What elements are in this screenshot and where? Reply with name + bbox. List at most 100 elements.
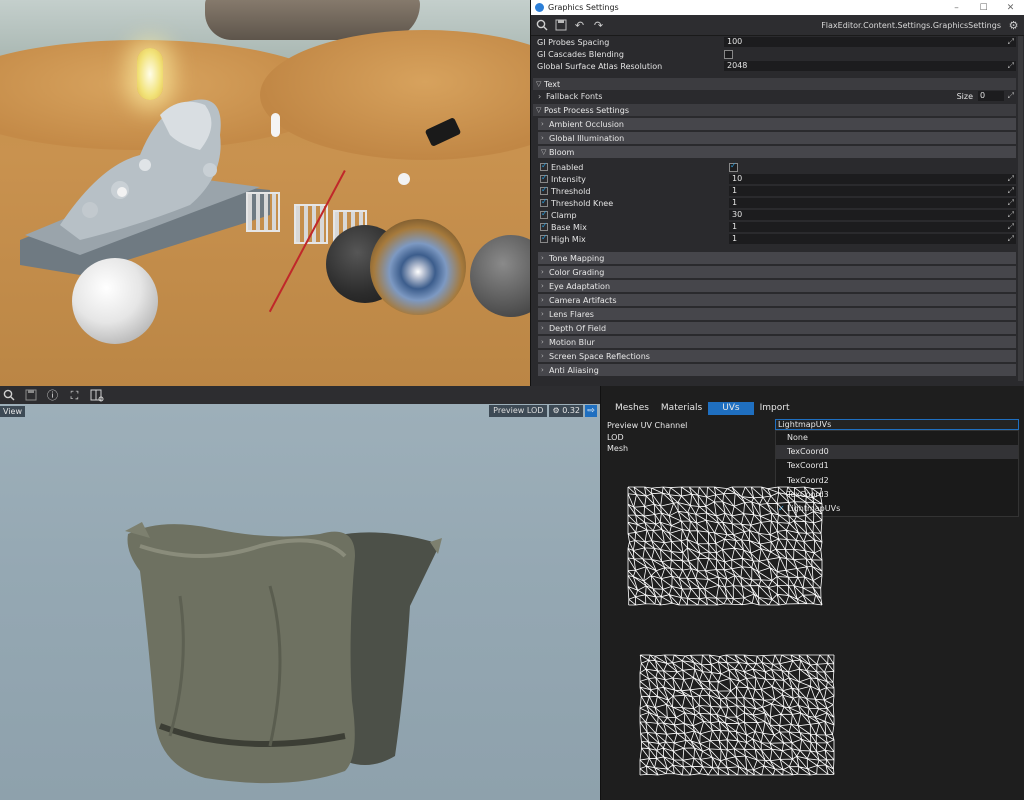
group-color-grading[interactable]: › Color Grading bbox=[538, 266, 1016, 278]
global-surface-atlas-field[interactable]: 2048 ⤢ bbox=[724, 61, 1016, 71]
expand-icon[interactable]: ⤢ bbox=[1008, 91, 1014, 101]
model-preview-viewport[interactable]: ⓘ ⛶ View Preview LOD ⚙ 0.32 ⇨ bbox=[0, 386, 600, 800]
override-checkbox[interactable] bbox=[540, 161, 548, 171]
statue-mesh[interactable] bbox=[20, 95, 270, 275]
option-texcoord0[interactable]: TexCoord0 bbox=[776, 445, 1018, 460]
property-label: Global Surface Atlas Resolution bbox=[537, 61, 663, 71]
settings-type-path: FlaxEditor.Content.Settings.GraphicsSett… bbox=[821, 20, 1001, 30]
tab-meshes[interactable]: Meshes bbox=[609, 402, 655, 415]
sandbag-mesh[interactable] bbox=[120, 516, 450, 796]
redo-icon[interactable]: ↷ bbox=[592, 19, 605, 32]
option-texcoord1[interactable]: TexCoord1 bbox=[776, 459, 1018, 473]
maximize-button[interactable]: ☐ bbox=[970, 3, 997, 13]
uv-wireframe-edges bbox=[639, 654, 835, 776]
option-none[interactable]: None bbox=[776, 431, 1018, 445]
uv-wireframe-island bbox=[639, 654, 835, 776]
group-title: Motion Blur bbox=[549, 337, 595, 347]
bloom-base-mix-field[interactable]: 1 ⤢ bbox=[729, 222, 1016, 232]
group-anti-aliasing[interactable]: › Anti Aliasing bbox=[538, 364, 1016, 376]
group-title: Depth Of Field bbox=[549, 323, 607, 333]
override-checkbox[interactable] bbox=[540, 197, 548, 207]
override-checkbox[interactable] bbox=[540, 185, 548, 195]
section-text[interactable]: ▽ Text bbox=[533, 78, 1016, 90]
expand-icon[interactable]: ⤢ bbox=[1008, 222, 1014, 232]
white-sphere[interactable] bbox=[72, 258, 158, 344]
search-icon[interactable] bbox=[2, 389, 15, 402]
chevron-right-icon: › bbox=[541, 310, 544, 318]
override-checkbox[interactable] bbox=[540, 221, 548, 231]
bloom-high-mix-field[interactable]: 1 ⤢ bbox=[729, 234, 1016, 244]
property-label: GI Probes Spacing bbox=[537, 37, 610, 47]
group-title: Camera Artifacts bbox=[549, 295, 617, 305]
property-row: Global Surface Atlas Resolution 2048 ⤢ bbox=[533, 60, 1016, 72]
fallback-fonts-row[interactable]: › Fallback Fonts Size 0 ⤢ bbox=[533, 90, 1016, 102]
group-title: Global Illumination bbox=[549, 133, 625, 143]
gi-cascades-blending-checkbox[interactable] bbox=[724, 49, 733, 59]
group-lens-flares[interactable]: › Lens Flares bbox=[538, 308, 1016, 320]
gi-probes-spacing-field[interactable]: 100 ⤢ bbox=[724, 37, 1016, 47]
crate-mesh[interactable] bbox=[246, 192, 280, 232]
group-motion-blur[interactable]: › Motion Blur bbox=[538, 336, 1016, 348]
bloom-intensity-field[interactable]: 10 ⤢ bbox=[729, 174, 1016, 184]
search-icon[interactable] bbox=[535, 19, 548, 32]
group-camera-artifacts[interactable]: › Camera Artifacts bbox=[538, 294, 1016, 306]
scrollbar[interactable] bbox=[1018, 36, 1023, 381]
save-icon[interactable] bbox=[24, 389, 37, 402]
group-screen-space-reflections[interactable]: › Screen Space Reflections bbox=[538, 350, 1016, 362]
group-eye-adaptation[interactable]: › Eye Adaptation bbox=[538, 280, 1016, 292]
book-search-icon[interactable] bbox=[90, 389, 104, 402]
section-post-process[interactable]: ▽ Post Process Settings bbox=[533, 104, 1016, 116]
preview-lod-value[interactable]: ⚙ 0.32 bbox=[549, 405, 583, 417]
size-field[interactable]: 0 ⤢ bbox=[978, 91, 1014, 101]
minimize-button[interactable]: – bbox=[943, 3, 970, 13]
group-tone-mapping[interactable]: › Tone Mapping bbox=[538, 252, 1016, 264]
small-sphere[interactable] bbox=[117, 187, 127, 197]
expand-icon[interactable]: ⤢ bbox=[1008, 37, 1014, 47]
close-button[interactable]: ✕ bbox=[997, 3, 1024, 13]
light-capsule[interactable] bbox=[137, 48, 163, 100]
tab-materials[interactable]: Materials bbox=[655, 402, 708, 415]
expand-icon[interactable]: ⤢ bbox=[1008, 198, 1014, 208]
group-ambient-occlusion[interactable]: › Ambient Occlusion bbox=[538, 118, 1016, 130]
chevron-down-icon: ▽ bbox=[536, 80, 542, 88]
override-checkbox[interactable] bbox=[540, 209, 548, 219]
override-checkbox[interactable] bbox=[540, 233, 548, 243]
bloom-threshold-knee-row: Threshold Knee 1⤢ bbox=[533, 197, 1016, 209]
expand-icon[interactable]: ⤢ bbox=[1008, 234, 1014, 244]
view-menu-button[interactable]: View bbox=[0, 406, 25, 417]
chrome-sphere[interactable] bbox=[370, 219, 466, 315]
uv-properties-panel: Meshes Materials UVs Import Preview UV C… bbox=[600, 386, 1024, 800]
chevron-right-icon: › bbox=[541, 352, 544, 360]
expand-icon[interactable]: ⤢ bbox=[1008, 186, 1014, 196]
expand-icon[interactable]: ⤢ bbox=[1008, 61, 1014, 71]
small-sphere[interactable] bbox=[398, 173, 410, 185]
info-icon[interactable]: ⓘ bbox=[46, 389, 59, 402]
save-icon[interactable] bbox=[554, 19, 567, 32]
group-global-illumination[interactable]: › Global Illumination bbox=[538, 132, 1016, 144]
undo-icon[interactable]: ↶ bbox=[573, 19, 586, 32]
section-title: Text bbox=[544, 79, 561, 89]
uv-channel-dropdown[interactable]: LightmapUVs bbox=[775, 419, 1019, 430]
expand-icon[interactable]: ⤢ bbox=[1008, 174, 1014, 184]
scene-viewport[interactable] bbox=[0, 0, 530, 386]
fit-icon[interactable]: ⛶ bbox=[68, 389, 81, 402]
light-capsule[interactable] bbox=[271, 113, 280, 137]
group-depth-of-field[interactable]: › Depth Of Field bbox=[538, 322, 1016, 334]
preview-toolbar: ⓘ ⛶ bbox=[0, 386, 600, 404]
bloom-clamp-field[interactable]: 30 ⤢ bbox=[729, 210, 1016, 220]
settings-icon[interactable]: ⚙ bbox=[1007, 19, 1020, 32]
bloom-threshold-knee-field[interactable]: 1 ⤢ bbox=[729, 198, 1016, 208]
group-bloom[interactable]: ▽ Bloom bbox=[538, 146, 1016, 158]
gray-sphere[interactable] bbox=[470, 235, 530, 317]
property-label: Threshold bbox=[551, 186, 591, 196]
chevron-right-icon: › bbox=[541, 324, 544, 332]
lod-label: LOD bbox=[607, 433, 624, 442]
bloom-intensity-row: Intensity 10⤢ bbox=[533, 173, 1016, 185]
expand-icon[interactable]: ⤢ bbox=[1008, 210, 1014, 220]
override-checkbox[interactable] bbox=[540, 173, 548, 183]
tab-import[interactable]: Import bbox=[754, 402, 796, 415]
bloom-threshold-field[interactable]: 1 ⤢ bbox=[729, 186, 1016, 196]
arrow-right-icon[interactable]: ⇨ bbox=[585, 405, 597, 417]
bloom-enabled-checkbox[interactable] bbox=[729, 161, 738, 172]
tab-uvs[interactable]: UVs bbox=[708, 402, 754, 415]
